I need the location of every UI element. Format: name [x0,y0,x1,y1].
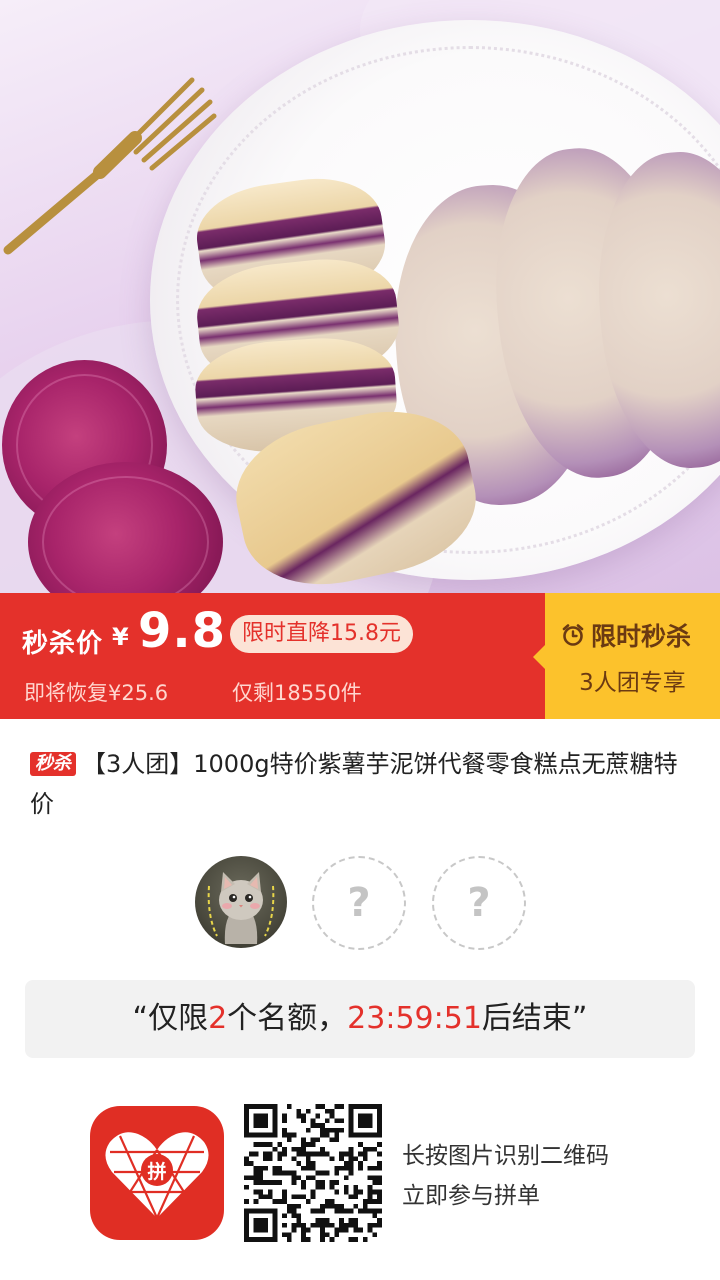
quote-prefix: “仅限 [132,1001,209,1036]
flash-sale-panel: 限时秒杀 3人团专享 [533,593,720,719]
countdown-timer: 23:59:51 [347,1001,482,1036]
product-title-text: 【3人团】1000g特价紫薯芋泥饼代餐零食糕点无蔗糖特价 [30,750,678,818]
product-hero-image[interactable] [0,0,720,593]
flash-sale-bar: 秒杀价 ¥ 9.8 限时直降15.8元 即将恢复¥25.6 仅剩18550件 限… [0,593,720,719]
cat-avatar-image [207,872,275,944]
fork-image [3,77,217,255]
group-countdown-notice: “仅限2个名额，23:59:51后结束” [25,980,695,1058]
flash-sale-title: 限时秒杀 [561,617,691,653]
avatar[interactable] [195,856,287,948]
qr-code[interactable] [244,1104,382,1242]
qr-finder-pattern [253,1113,268,1128]
alarm-clock-icon [562,624,584,646]
logo-text: 拼 [147,1160,166,1183]
original-price-note: 即将恢复¥25.6 [24,681,169,705]
heart-logo-icon: 拼 [105,1132,209,1219]
quote-suffix: 后结束” [481,1001,588,1036]
join-group-instruction: 立即参与拼单 [402,1183,540,1209]
sale-price: 9.8 [138,603,227,659]
group-exclusive-label: 3人团专享 [579,670,686,696]
flash-sale-badge: 秒杀 [30,752,76,776]
stock-remaining: 仅剩18550件 [232,681,362,705]
empty-member-slot[interactable]: ? [312,856,406,950]
qr-finder-pattern [253,1218,268,1233]
price-panel: 秒杀价 ¥ 9.8 限时直降15.8元 即将恢复¥25.6 仅剩18550件 [0,593,545,719]
quote-middle: 个名额， [227,1001,348,1036]
qr-finder-pattern [358,1113,373,1128]
currency-symbol: ¥ [112,623,129,651]
scan-instruction: 长按图片识别二维码 [402,1143,609,1169]
share-card: 秒杀价 ¥ 9.8 限时直降15.8元 即将恢复¥25.6 仅剩18550件 限… [0,0,720,1280]
flash-sale-label: 限时秒杀 [591,622,692,651]
price-drop-badge: 限时直降15.8元 [230,615,413,653]
price-label: 秒杀价 [22,629,104,659]
remaining-slots-count: 2 [208,1001,228,1036]
product-title: 秒杀 【3人团】1000g特价紫薯芋泥饼代餐零食糕点无蔗糖特价 [30,744,690,824]
empty-member-slot[interactable]: ? [432,856,526,950]
pinduoduo-logo: 拼 [90,1106,224,1240]
